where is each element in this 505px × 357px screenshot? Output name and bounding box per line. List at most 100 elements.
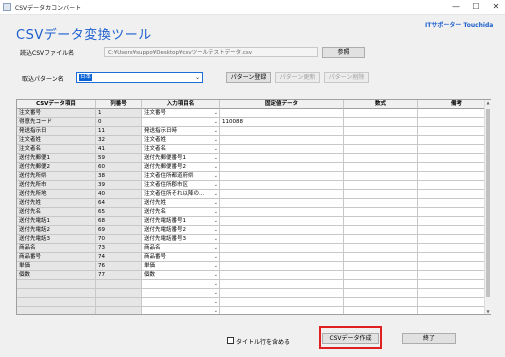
formula-cell[interactable] (344, 289, 418, 298)
chevron-down-icon[interactable]: ⌄ (214, 199, 218, 207)
formula-cell[interactable] (344, 109, 418, 118)
input-item-cell[interactable]: 個数 ⌄ (142, 271, 220, 280)
input-item-cell[interactable]: 送付先電話番号3 ⌄ (142, 235, 220, 244)
formula-cell[interactable] (344, 226, 418, 235)
fixed-value-cell[interactable] (220, 262, 344, 271)
input-item-cell[interactable]: ⌄ (142, 298, 220, 307)
remarks-cell[interactable] (418, 118, 490, 127)
pattern-register-button[interactable]: パターン登録 (226, 72, 271, 83)
input-item-cell[interactable]: ⌄ (142, 280, 220, 289)
chevron-down-icon[interactable]: ⌄ (214, 127, 218, 135)
remarks-cell[interactable] (418, 262, 490, 271)
scroll-up-icon[interactable]: ▲ (485, 100, 491, 105)
fixed-value-cell[interactable] (220, 199, 344, 208)
formula-cell[interactable] (344, 154, 418, 163)
input-item-cell[interactable]: 送付先郵便番号2 ⌄ (142, 163, 220, 172)
column-header[interactable]: 備考 (418, 100, 490, 109)
remarks-cell[interactable] (418, 172, 490, 181)
input-item-cell[interactable]: 商品番号 ⌄ (142, 253, 220, 262)
remarks-cell[interactable] (418, 244, 490, 253)
pattern-delete-button[interactable]: パターン削除 (324, 72, 369, 83)
remarks-cell[interactable] (418, 217, 490, 226)
input-item-cell[interactable]: ⌄ (142, 289, 220, 298)
include-title-checkbox[interactable] (227, 337, 234, 344)
fixed-value-cell[interactable] (220, 298, 344, 307)
chevron-down-icon[interactable]: ⌄ (214, 244, 218, 252)
formula-cell[interactable] (344, 190, 418, 199)
minimize-button[interactable]: — (448, 0, 464, 14)
chevron-down-icon[interactable]: ⌄ (214, 298, 218, 306)
input-item-cell[interactable]: 注文番号 ⌄ (142, 109, 220, 118)
chevron-down-icon[interactable]: ⌄ (214, 181, 218, 189)
fixed-value-cell[interactable] (220, 172, 344, 181)
input-item-cell[interactable]: 注文者姓 ⌄ (142, 136, 220, 145)
fixed-value-cell[interactable] (220, 190, 344, 199)
formula-cell[interactable] (344, 127, 418, 136)
chevron-down-icon[interactable]: ⌄ (214, 190, 218, 198)
input-item-cell[interactable]: 送付先電話番号1 ⌄ (142, 217, 220, 226)
formula-cell[interactable] (344, 280, 418, 289)
chevron-down-icon[interactable]: ⌄ (214, 271, 218, 279)
input-item-cell[interactable]: 注文者住所それ以降の... ⌄ (142, 190, 220, 199)
fixed-value-cell[interactable] (220, 163, 344, 172)
scroll-down-icon[interactable]: ▼ (485, 309, 491, 314)
chevron-down-icon[interactable]: ⌄ (214, 208, 218, 216)
pattern-select[interactable]: 日本 ⌄ (76, 72, 203, 83)
formula-cell[interactable] (344, 217, 418, 226)
remarks-cell[interactable] (418, 154, 490, 163)
chevron-down-icon[interactable]: ⌄ (214, 307, 218, 314)
fixed-value-cell[interactable] (220, 109, 344, 118)
formula-cell[interactable] (344, 271, 418, 280)
remarks-cell[interactable] (418, 199, 490, 208)
formula-cell[interactable] (344, 235, 418, 244)
formula-cell[interactable] (344, 145, 418, 154)
chevron-down-icon[interactable]: ⌄ (214, 262, 218, 270)
fixed-value-cell[interactable] (220, 271, 344, 280)
remarks-cell[interactable] (418, 208, 490, 217)
maximize-button[interactable]: ☐ (468, 0, 484, 14)
formula-cell[interactable] (344, 199, 418, 208)
fixed-value-cell[interactable] (220, 253, 344, 262)
input-item-cell[interactable]: 送付先姓 ⌄ (142, 199, 220, 208)
remarks-cell[interactable] (418, 307, 490, 314)
remarks-cell[interactable] (418, 163, 490, 172)
fixed-value-cell[interactable] (220, 154, 344, 163)
remarks-cell[interactable] (418, 127, 490, 136)
input-item-cell[interactable]: 送付先電話番号2 ⌄ (142, 226, 220, 235)
input-item-cell[interactable]: 注文者住所都道府県 ⌄ (142, 172, 220, 181)
chevron-down-icon[interactable]: ⌄ (214, 280, 218, 288)
formula-cell[interactable] (344, 172, 418, 181)
formula-cell[interactable] (344, 208, 418, 217)
scroll-thumb[interactable] (486, 109, 490, 297)
file-path-field[interactable]: C:¥Users¥suppo¥Desktop¥csvツールテストデータ.csv (104, 47, 318, 57)
formula-cell[interactable] (344, 244, 418, 253)
formula-cell[interactable] (344, 136, 418, 145)
input-item-cell[interactable]: ⌄ (142, 118, 220, 127)
formula-cell[interactable] (344, 298, 418, 307)
chevron-down-icon[interactable]: ⌄ (214, 253, 218, 261)
chevron-down-icon[interactable]: ⌄ (214, 289, 218, 297)
exit-button[interactable]: 終了 (402, 333, 456, 344)
remarks-cell[interactable] (418, 298, 490, 307)
fixed-value-cell[interactable] (220, 235, 344, 244)
chevron-down-icon[interactable]: ⌄ (214, 136, 218, 144)
formula-cell[interactable] (344, 181, 418, 190)
formula-cell[interactable] (344, 307, 418, 314)
chevron-down-icon[interactable]: ⌄ (214, 154, 218, 162)
fixed-value-cell[interactable] (220, 289, 344, 298)
chevron-down-icon[interactable]: ⌄ (214, 145, 218, 153)
remarks-cell[interactable] (418, 253, 490, 262)
fixed-value-cell[interactable] (220, 226, 344, 235)
fixed-value-cell[interactable] (220, 307, 344, 314)
chevron-down-icon[interactable]: ⌄ (214, 226, 218, 234)
remarks-cell[interactable] (418, 289, 490, 298)
formula-cell[interactable] (344, 163, 418, 172)
pattern-update-button[interactable]: パターン更新 (275, 72, 320, 83)
chevron-down-icon[interactable]: ⌄ (214, 217, 218, 225)
fixed-value-cell[interactable] (220, 145, 344, 154)
close-button[interactable]: ✕ (488, 0, 504, 14)
fixed-value-cell[interactable]: 110088 (220, 118, 344, 127)
column-header[interactable]: 固定値データ (220, 100, 344, 109)
input-item-cell[interactable]: 送付先郵便番号1 ⌄ (142, 154, 220, 163)
fixed-value-cell[interactable] (220, 217, 344, 226)
